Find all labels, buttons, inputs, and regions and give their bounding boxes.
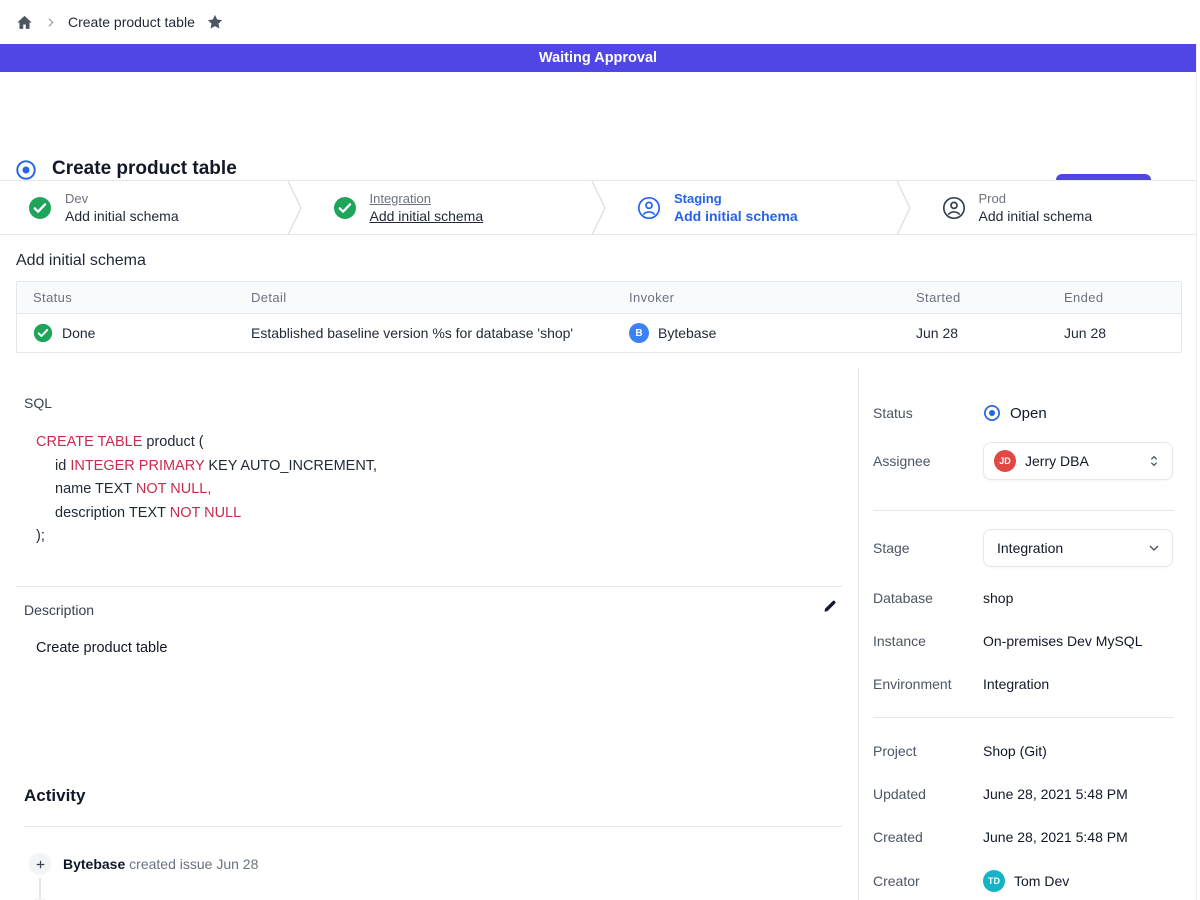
- sql-statement: CREATE TABLE product ( id INTEGER PRIMAR…: [36, 431, 377, 549]
- assignee-select[interactable]: JD Jerry DBA: [983, 442, 1173, 480]
- stage-value: Integration: [997, 540, 1063, 556]
- stage-separator: [591, 181, 609, 235]
- task-ended: Jun 28: [1048, 325, 1181, 341]
- creator-value: Tom Dev: [1014, 873, 1069, 889]
- table-row[interactable]: Done Established baseline version %s for…: [17, 314, 1181, 352]
- environment-value: Integration: [983, 676, 1049, 692]
- bookmark-star-icon[interactable]: [206, 13, 224, 31]
- pipeline-stage-bar: Dev Add initial schema Integration Add i…: [0, 180, 1200, 235]
- task-table-header: Status Detail Invoker Started Ended: [17, 282, 1181, 314]
- task-section-heading: Add initial schema: [16, 252, 146, 270]
- task-panel: Add initial schema Status Detail Invoker…: [0, 235, 1200, 368]
- stage-integration[interactable]: Integration Add initial schema: [305, 181, 592, 234]
- description-label: Description: [24, 602, 94, 618]
- chevron-right-icon: [44, 16, 57, 29]
- task-started: Jun 28: [900, 325, 1048, 341]
- divider: [16, 586, 842, 587]
- plus-icon: [29, 853, 51, 875]
- column-started: Started: [900, 290, 1048, 305]
- issue-sidebar: Status Open Assignee JD Jerry DBA Stage …: [858, 368, 1196, 900]
- chevron-up-down-icon: [1146, 453, 1162, 469]
- task-detail: Established baseline version %s for data…: [235, 325, 613, 341]
- project-value: Shop (Git): [983, 743, 1047, 759]
- instance-value: On-premises Dev MySQL: [983, 633, 1142, 649]
- task-table: Status Detail Invoker Started Ended Done…: [16, 281, 1182, 353]
- stage-dev[interactable]: Dev Add initial schema: [0, 181, 287, 234]
- database-value: shop: [983, 590, 1013, 606]
- stage-env-label: Prod: [979, 190, 1093, 207]
- column-status: Status: [17, 290, 235, 305]
- description-content: Create product table: [36, 640, 167, 656]
- stage-task-label: Add initial schema: [674, 207, 798, 225]
- assignee-value: Jerry DBA: [1025, 453, 1089, 469]
- stage-task-label: Add initial schema: [370, 207, 484, 225]
- main-content: SQL CREATE TABLE product ( id INTEGER PR…: [0, 368, 858, 900]
- task-status: Done: [62, 325, 95, 341]
- chevron-down-icon: [1146, 540, 1162, 556]
- created-label: Created: [873, 829, 983, 845]
- breadcrumb: Create product table: [0, 0, 1200, 44]
- home-icon[interactable]: [16, 14, 33, 31]
- scrollbar-track: [1196, 44, 1200, 900]
- stage-prod[interactable]: Prod Add initial schema: [914, 181, 1200, 234]
- task-done-icon: [33, 323, 53, 343]
- status-open-icon: [983, 404, 1001, 422]
- stage-task-label: Add initial schema: [65, 207, 179, 225]
- issue-open-icon: [15, 159, 37, 181]
- sidebar-divider: [873, 510, 1174, 511]
- stage-env-label: Integration: [370, 190, 484, 207]
- stage-env-label: Dev: [65, 190, 179, 207]
- issue-header: Create product table #13002 opened by To…: [0, 72, 1200, 180]
- stage-separator: [896, 181, 914, 235]
- instance-label: Instance: [873, 633, 983, 649]
- stage-done-icon: [28, 196, 52, 220]
- database-label: Database: [873, 590, 983, 606]
- project-label: Project: [873, 743, 983, 759]
- stage-pending-approval-icon: [637, 196, 661, 220]
- activity-timeline-connector: [39, 878, 41, 900]
- activity-heading: Activity: [24, 786, 85, 806]
- creator-label: Creator: [873, 873, 983, 889]
- column-ended: Ended: [1048, 290, 1181, 305]
- stage-pending-icon: [942, 196, 966, 220]
- edit-pencil-icon[interactable]: [821, 599, 838, 616]
- sql-label: SQL: [24, 395, 52, 411]
- created-value: June 28, 2021 5:48 PM: [983, 829, 1128, 845]
- stage-done-icon: [333, 196, 357, 220]
- stage-staging[interactable]: Staging Add initial schema: [609, 181, 896, 234]
- column-detail: Detail: [235, 290, 613, 305]
- sidebar-divider: [873, 717, 1174, 718]
- status-banner-label: Waiting Approval: [539, 50, 657, 66]
- updated-value: June 28, 2021 5:48 PM: [983, 786, 1128, 802]
- stage-separator: [287, 181, 305, 235]
- stage-env-label: Staging: [674, 190, 798, 207]
- assignee-label: Assignee: [873, 453, 983, 469]
- task-invoker: Bytebase: [658, 325, 716, 341]
- creator-avatar: TD: [983, 870, 1005, 892]
- column-invoker: Invoker: [613, 290, 900, 305]
- assignee-avatar: JD: [994, 450, 1016, 472]
- stage-task-label: Add initial schema: [979, 207, 1093, 225]
- environment-label: Environment: [873, 676, 983, 692]
- activity-item: Bytebase created issue Jun 28: [29, 853, 258, 875]
- page-title: Create product table: [52, 158, 237, 180]
- divider: [24, 826, 842, 827]
- status-value: Open: [1010, 405, 1047, 422]
- stage-label: Stage: [873, 540, 983, 556]
- activity-action: created issue Jun 28: [129, 856, 258, 872]
- status-banner: Waiting Approval: [0, 44, 1196, 72]
- updated-label: Updated: [873, 786, 983, 802]
- breadcrumb-page-title: Create product table: [68, 14, 195, 30]
- activity-actor: Bytebase: [63, 856, 125, 872]
- stage-select[interactable]: Integration: [983, 529, 1173, 567]
- invoker-avatar: B: [629, 323, 649, 343]
- status-label: Status: [873, 405, 983, 421]
